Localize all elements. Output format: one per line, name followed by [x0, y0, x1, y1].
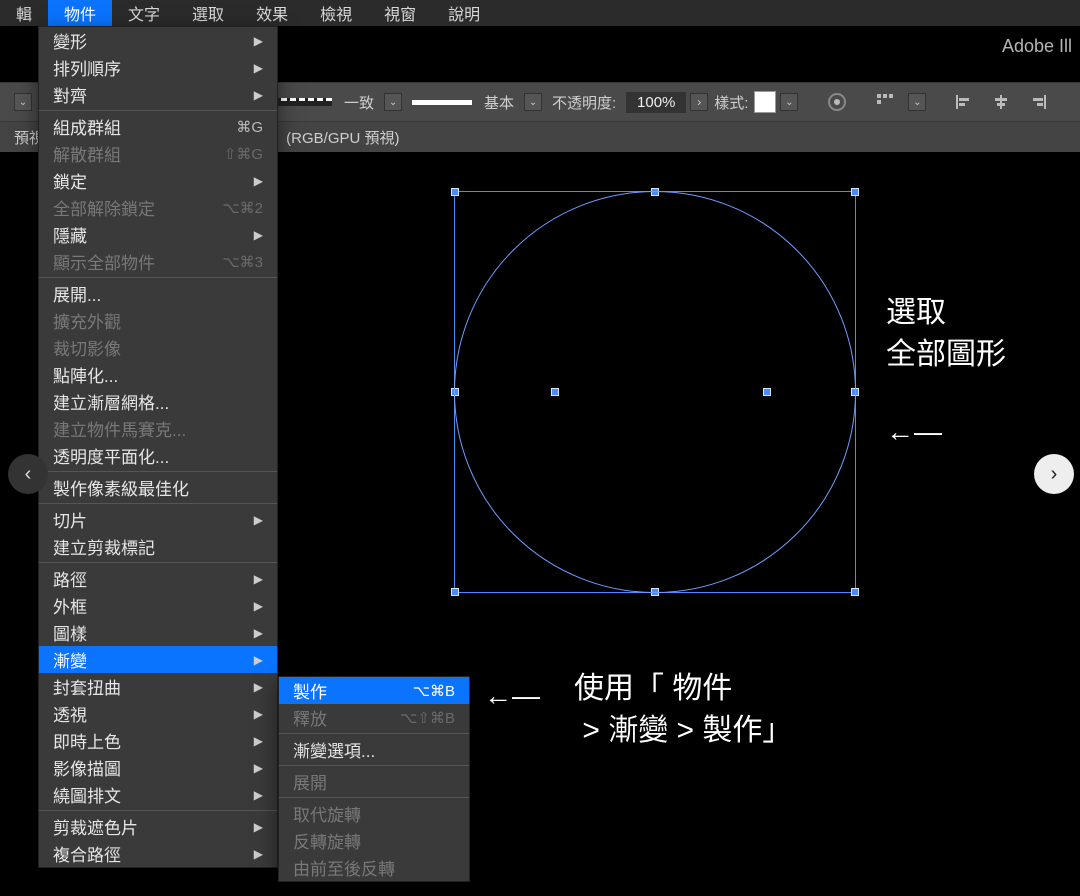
menu-item[interactable]: 建立漸層網格... [39, 388, 277, 415]
prev-slide-button[interactable]: ‹ [8, 454, 48, 494]
menu-item-help[interactable]: 說明 [432, 0, 496, 26]
shape-circle[interactable] [454, 191, 856, 593]
align-pixel-dropdown[interactable]: ⌄ [908, 93, 926, 111]
blend-submenu: 製作⌥⌘B釋放⌥⇧⌘B 漸變選項... 展開取代旋轉反轉旋轉由前至後反轉 [278, 676, 470, 882]
menu-item: 全部解除鎖定⌥⌘2 [39, 194, 277, 221]
menu-item[interactable]: 展開... [39, 280, 277, 307]
submenu-item: 取代旋轉 [279, 800, 469, 827]
menu-item: 顯示全部物件⌥⌘3 [39, 248, 277, 275]
stroke-style2-label: 基本 [484, 92, 514, 113]
menu-item[interactable]: 透明度平面化... [39, 442, 277, 469]
annotation-select-all: 選取 全部圖形 [886, 292, 1006, 376]
menu-item: 解散群組⇧⌘G [39, 140, 277, 167]
menu-item[interactable]: 剪裁遮色片▶ [39, 813, 277, 840]
menu-item: 擴充外觀 [39, 307, 277, 334]
opacity-label: 不透明度: [552, 92, 616, 113]
menu-item[interactable]: 點陣化... [39, 361, 277, 388]
align-center-icon[interactable] [988, 89, 1014, 115]
menu-item[interactable]: 漸變▶ [39, 646, 277, 673]
next-slide-button[interactable]: › [1034, 454, 1074, 494]
menu-item[interactable]: 排列順序▶ [39, 54, 277, 81]
app-title: Adobe Ill [1002, 36, 1072, 57]
menu-item[interactable]: 組成群組⌘G [39, 113, 277, 140]
stroke-dash-preview [272, 98, 332, 106]
object-menu-dropdown: 變形▶排列順序▶對齊▶ 組成群組⌘G解散群組⇧⌘G鎖定▶全部解除鎖定⌥⌘2隱藏▶顯… [38, 26, 278, 868]
menu-item-window[interactable]: 視窗 [368, 0, 432, 26]
menu-item[interactable]: 製作像素級最佳化 [39, 474, 277, 501]
submenu-item[interactable]: 製作⌥⌘B [279, 677, 469, 704]
align-left-icon[interactable] [950, 89, 976, 115]
style-label: 樣式: [714, 92, 748, 113]
menu-item[interactable]: 繞圖排文▶ [39, 781, 277, 808]
submenu-item: 反轉旋轉 [279, 827, 469, 854]
menu-item[interactable]: 建立剪裁標記 [39, 533, 277, 560]
menu-item[interactable]: 即時上色▶ [39, 727, 277, 754]
tab-mode: (RGB/GPU 預視) [272, 123, 413, 152]
menu-item[interactable]: 對齊▶ [39, 81, 277, 108]
opacity-field[interactable]: 100% [626, 92, 686, 113]
stroke-style1-dropdown[interactable]: ⌄ [384, 93, 402, 111]
stroke-style1-label: 一致 [344, 92, 374, 113]
dropdown-icon[interactable]: ⌄ [14, 93, 32, 111]
menu-item[interactable]: 圖樣▶ [39, 619, 277, 646]
style-swatch[interactable] [754, 91, 776, 113]
menu-item-object[interactable]: 物件 [48, 0, 112, 26]
annotation-use-blend: 使用「 物件 > 漸變 > 製作」 [574, 668, 792, 752]
menu-item[interactable]: 複合路徑▶ [39, 840, 277, 867]
submenu-item: 展開 [279, 768, 469, 795]
menubar: 輯 物件 文字 選取 效果 檢視 視窗 說明 [0, 0, 1080, 26]
align-right-icon[interactable] [1026, 89, 1052, 115]
menu-item-type[interactable]: 文字 [112, 0, 176, 26]
submenu-item: 由前至後反轉 [279, 854, 469, 881]
stroke-solid-preview [412, 100, 472, 105]
stroke-style2-dropdown[interactable]: ⌄ [524, 93, 542, 111]
menu-item-select[interactable]: 選取 [176, 0, 240, 26]
menu-item[interactable]: 透視▶ [39, 700, 277, 727]
menu-item[interactable]: 影像描圖▶ [39, 754, 277, 781]
menu-item[interactable]: 路徑▶ [39, 565, 277, 592]
menu-item[interactable]: 隱藏▶ [39, 221, 277, 248]
menu-item-view[interactable]: 檢視 [304, 0, 368, 26]
menu-item-effect[interactable]: 效果 [240, 0, 304, 26]
menu-item: 裁切影像 [39, 334, 277, 361]
submenu-item: 釋放⌥⇧⌘B [279, 704, 469, 731]
style-dropdown[interactable]: ⌄ [780, 93, 798, 111]
menu-item[interactable]: 鎖定▶ [39, 167, 277, 194]
menu-item[interactable]: 外框▶ [39, 592, 277, 619]
recolor-icon[interactable] [824, 89, 850, 115]
opacity-dropdown[interactable]: › [690, 93, 708, 111]
menu-item-edit[interactable]: 輯 [0, 0, 48, 26]
menu-item: 建立物件馬賽克... [39, 415, 277, 442]
submenu-item[interactable]: 漸變選項... [279, 736, 469, 763]
menu-item[interactable]: 切片▶ [39, 506, 277, 533]
align-pixel-icon[interactable] [872, 89, 898, 115]
menu-item[interactable]: 變形▶ [39, 27, 277, 54]
annotation-arrow-top: ←— [886, 416, 942, 448]
menu-item[interactable]: 封套扭曲▶ [39, 673, 277, 700]
annotation-arrow-bottom: ←— [484, 680, 540, 712]
